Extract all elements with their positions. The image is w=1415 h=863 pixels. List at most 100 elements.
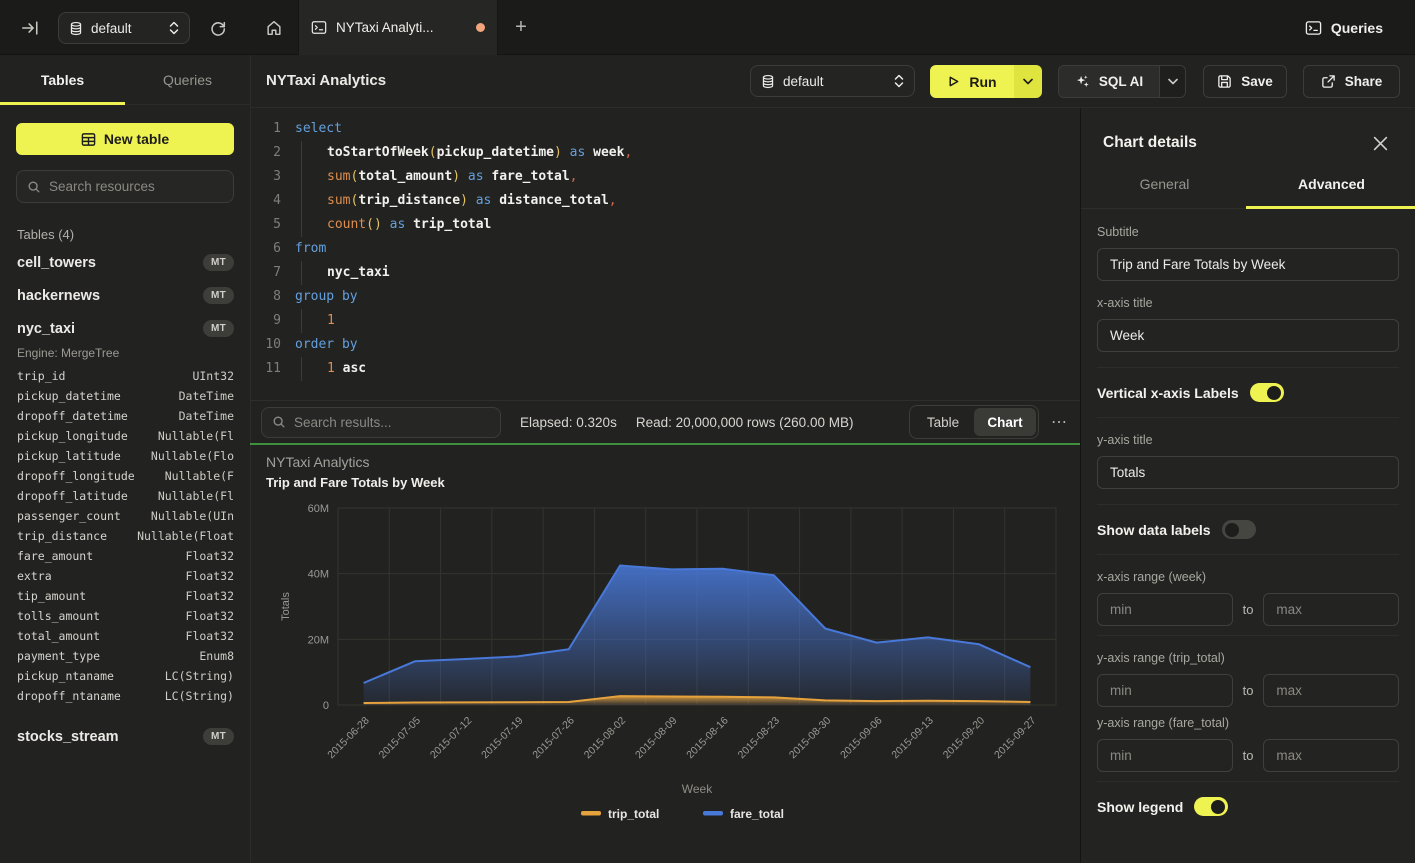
line-number: 3 [251, 165, 281, 189]
svg-text:2015-08-09: 2015-08-09 [633, 715, 680, 762]
panel-tab-general[interactable]: General [1081, 176, 1248, 208]
svg-text:60M: 60M [308, 503, 329, 515]
sidebar-tab-queries[interactable]: Queries [125, 55, 250, 104]
column-name: pickup_datetime [17, 386, 121, 406]
chart-title: NYTaxi Analytics [266, 454, 369, 470]
results-search-placeholder: Search results... [294, 415, 392, 430]
yaxis-range-fare-max-input[interactable] [1263, 739, 1399, 772]
show-data-labels-toggle[interactable] [1222, 520, 1256, 539]
save-button[interactable]: Save [1203, 65, 1287, 98]
sidebar-search-input[interactable]: Search resources [16, 170, 234, 203]
share-button[interactable]: Share [1303, 65, 1400, 98]
tab-title: NYTaxi Analyti... [336, 20, 467, 35]
svg-text:20M: 20M [308, 634, 329, 646]
line-number: 11 [251, 357, 281, 381]
chevron-down-icon [1023, 78, 1033, 85]
engine-badge: MT [203, 287, 234, 304]
yaxis-range-fare-min-input[interactable] [1097, 739, 1233, 772]
svg-text:2015-09-06: 2015-09-06 [838, 715, 885, 762]
code-line: 7nyc_taxi [251, 261, 1080, 285]
terminal-icon [1305, 20, 1322, 36]
code-line: 4sum(trip_distance) as distance_total, [251, 189, 1080, 213]
engine-badge: MT [203, 254, 234, 271]
svg-text:2015-08-30: 2015-08-30 [787, 715, 834, 762]
queries-button[interactable]: Queries [1305, 13, 1383, 43]
close-icon[interactable] [1373, 136, 1389, 152]
chart-subtitle: Trip and Fare Totals by Week [266, 475, 445, 490]
table-grid-icon [81, 132, 96, 147]
home-icon [265, 19, 283, 37]
svg-text:2015-09-20: 2015-09-20 [941, 715, 988, 762]
database-icon [69, 21, 83, 36]
yaxis-range-trip-max-input[interactable] [1263, 674, 1399, 707]
sql-ai-button[interactable]: SQL AI [1058, 65, 1186, 98]
active-tab-underline [0, 102, 125, 105]
unsaved-changes-dot [476, 23, 485, 32]
sidebar-tab-tables[interactable]: Tables [0, 55, 125, 104]
chevron-down-icon [1168, 78, 1178, 85]
column-name: trip_id [17, 366, 65, 386]
column-name: passenger_count [17, 506, 121, 526]
view-toggle-table[interactable]: Table [912, 408, 974, 436]
collapse-sidebar-icon[interactable] [18, 17, 42, 39]
home-tab[interactable] [250, 0, 298, 55]
svg-text:Week: Week [682, 782, 713, 796]
query-database-selector[interactable]: default [750, 65, 915, 97]
table-row[interactable]: hackernewsMT [0, 279, 250, 312]
chart-panel: NYTaxi Analytics Trip and Fare Totals by… [250, 445, 1080, 863]
more-options-button[interactable]: ⋯ [1051, 412, 1068, 432]
xaxis-range-max-input[interactable] [1263, 593, 1399, 626]
sql-ai-chevron[interactable] [1159, 66, 1185, 97]
divider [1097, 367, 1399, 368]
vertical-xaxis-labels-toggle[interactable] [1250, 383, 1284, 402]
xaxis-range-label: x-axis range (week) [1097, 570, 1399, 584]
show-legend-toggle[interactable] [1194, 797, 1228, 816]
new-tab-button[interactable]: + [498, 0, 544, 55]
svg-text:2015-07-12: 2015-07-12 [428, 715, 475, 762]
run-button[interactable]: Run [930, 65, 1042, 98]
column-name: dropoff_longitude [17, 466, 135, 486]
subtitle-input[interactable] [1097, 248, 1399, 281]
area-chart: 020M40M60M2015-06-282015-07-052015-07-12… [251, 445, 1081, 863]
table-name: nyc_taxi [17, 321, 75, 337]
results-search-input[interactable]: Search results... [261, 407, 501, 438]
column-row: payment_typeEnum8 [17, 646, 234, 666]
column-row: tip_amountFloat32 [17, 586, 234, 606]
run-options-chevron[interactable] [1014, 65, 1042, 98]
column-row: dropoff_latitudeNullable(Fl [17, 486, 234, 506]
play-icon [947, 75, 960, 88]
database-selector[interactable]: default [58, 12, 190, 44]
save-icon [1217, 74, 1232, 89]
show-legend-label: Show legend [1097, 799, 1183, 815]
new-table-button[interactable]: New table [16, 123, 234, 155]
column-name: dropoff_datetime [17, 406, 128, 426]
share-label: Share [1345, 74, 1383, 89]
panel-tabs: General Advanced [1081, 176, 1415, 209]
svg-text:Totals: Totals [280, 592, 292, 621]
column-type: Nullable(Fl [158, 426, 234, 446]
xaxis-title-input[interactable] [1097, 319, 1399, 352]
run-label: Run [969, 74, 996, 90]
active-query-tab[interactable]: NYTaxi Analyti... [298, 0, 498, 55]
table-name: stocks_stream [17, 729, 119, 745]
table-row[interactable]: nyc_taxiMT [0, 312, 250, 345]
yaxis-title-input[interactable] [1097, 456, 1399, 489]
code-line: 6from [251, 237, 1080, 261]
sidebar: Tables Queries New table Search resource… [0, 55, 250, 863]
search-icon [27, 180, 41, 194]
table-name: cell_towers [17, 255, 96, 271]
table-row[interactable]: stocks_streamMT [0, 720, 250, 753]
code-line: 111 asc [251, 357, 1080, 381]
panel-tab-advanced[interactable]: Advanced [1248, 176, 1415, 208]
xaxis-range-min-input[interactable] [1097, 593, 1233, 626]
table-row[interactable]: cell_towers MT [0, 246, 250, 279]
yaxis-range-trip-label: y-axis range (trip_total) [1097, 651, 1399, 665]
chart-details-panel: Chart details General Advanced Subtitle … [1080, 108, 1415, 863]
column-type: Nullable(UIn [151, 506, 234, 526]
view-toggle-chart[interactable]: Chart [974, 408, 1036, 436]
sql-editor[interactable]: 1select2toStartOfWeek(pickup_datetime) a… [250, 108, 1080, 400]
database-icon [761, 74, 775, 89]
yaxis-range-trip-min-input[interactable] [1097, 674, 1233, 707]
refresh-icon[interactable] [205, 15, 231, 41]
column-row: dropoff_longitudeNullable(F [17, 466, 234, 486]
